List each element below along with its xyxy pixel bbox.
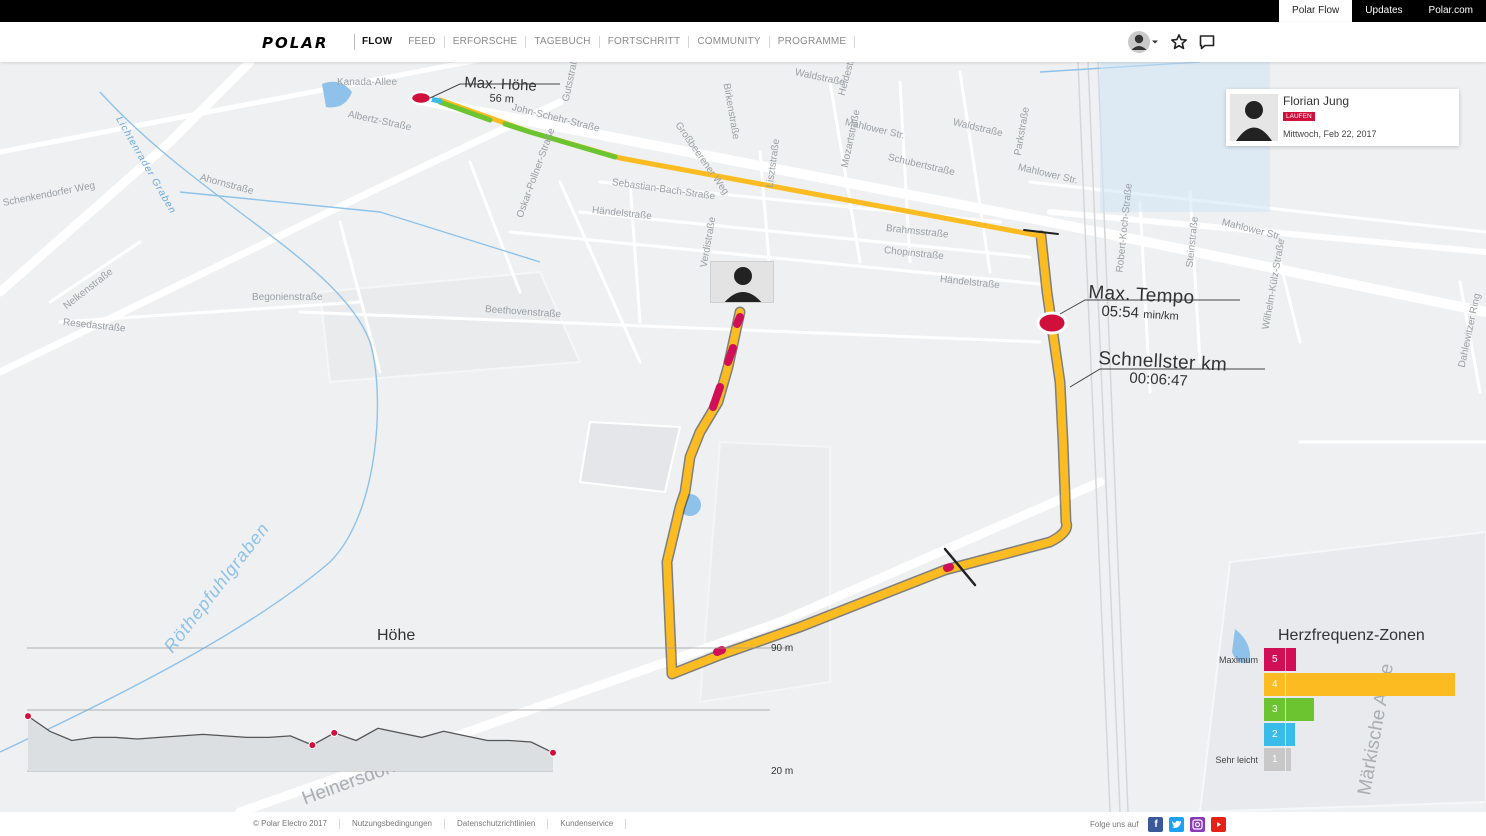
user-name[interactable]: Florian Jung: [1283, 94, 1349, 108]
hr-zone-number: 3: [1264, 698, 1286, 721]
hr-zone-bar: [1264, 673, 1455, 696]
elevation-chart: [24, 647, 790, 772]
nav-item-feed[interactable]: FEED: [408, 36, 445, 48]
twitter-icon[interactable]: [1169, 816, 1185, 832]
main-navbar: POLAR FLOW FEED ERFORSCHE TAGEBUCH FORTS…: [0, 22, 1486, 62]
message-icon: [1199, 35, 1215, 50]
hr-zone-number: 2: [1264, 723, 1286, 746]
max-pace-label: Max. Tempo 05:54 min/km: [1087, 282, 1195, 325]
footer-link-terms[interactable]: Nutzungsbedingungen: [352, 819, 446, 829]
avatar-icon: [724, 267, 762, 302]
follow-us-label: Folge uns auf: [1090, 819, 1139, 829]
avatar-icon: [1128, 31, 1150, 53]
instagram-icon[interactable]: [1190, 816, 1206, 832]
max-height-title: Max. Höhe: [463, 74, 538, 95]
elevation-min-label: 20 m: [771, 766, 794, 777]
footer-copyright: © Polar Electro 2017: [253, 819, 340, 829]
max-height-label: Max. Höhe 56 m: [463, 74, 537, 107]
hr-zone-number: 4: [1264, 673, 1286, 696]
logo-divider: [354, 34, 355, 50]
star-icon: [1171, 34, 1187, 50]
messages-button[interactable]: [1198, 33, 1216, 51]
chevron-down-icon: [1152, 40, 1158, 44]
topbar-link-updates[interactable]: Updates: [1352, 0, 1415, 22]
hr-zone-number: 1: [1264, 748, 1286, 771]
user-menu-button[interactable]: [1128, 31, 1160, 53]
street-label: Begonienstraße: [252, 292, 323, 303]
nav-item-programme[interactable]: PROGRAMME: [778, 36, 856, 48]
youtube-play-shape: [1217, 821, 1222, 827]
footer-link-privacy[interactable]: Datenschutzrichtlinien: [457, 819, 549, 829]
avatar: [1230, 94, 1278, 141]
hr-zone-min-label: Sehr leicht: [1215, 755, 1258, 765]
hr-zone-max-label: Maximum: [1218, 655, 1258, 665]
sport-badge: LAUFEN: [1283, 112, 1315, 121]
route-map[interactable]: Kanada-Allee Gutsstraße Birkenstraße Wal…: [0, 62, 1486, 812]
nav-item-erforsche[interactable]: ERFORSCHE: [453, 36, 527, 48]
nav-item-community[interactable]: COMMUNITY: [697, 36, 770, 48]
route-start-avatar[interactable]: [710, 261, 774, 303]
max-pace-value: 05:54: [1101, 302, 1140, 322]
nav-item-flow[interactable]: FLOW: [362, 36, 400, 48]
elevation-max-label: 90 m: [771, 643, 794, 654]
nav-item-tagebuch[interactable]: TAGEBUCH: [534, 36, 600, 48]
fastest-km-label: Schnellster km 00:06:47: [1097, 348, 1228, 391]
facebook-icon[interactable]: f: [1148, 816, 1164, 832]
top-bar: Polar Flow Updates Polar.com: [0, 0, 1486, 22]
instagram-camera-shape: [1192, 818, 1204, 830]
twitter-bird-shape: [1172, 820, 1182, 828]
nav-item-fortschritt[interactable]: FORTSCHRITT: [608, 36, 690, 48]
session-date: Mittwoch, Feb 22, 2017: [1283, 129, 1377, 139]
youtube-icon[interactable]: [1211, 816, 1227, 832]
max-pace-unit: min/km: [1143, 308, 1180, 323]
max-height-value: 56 m: [489, 92, 515, 106]
hr-zone-number: 5: [1264, 648, 1286, 671]
topbar-link-polar-flow[interactable]: Polar Flow: [1279, 0, 1353, 22]
avatar-icon: [1236, 101, 1272, 141]
footer-link-support[interactable]: Kundenservice: [560, 819, 627, 829]
street-label: Kanada-Allee: [337, 77, 398, 88]
footer: © Polar Electro 2017 Nutzungsbedingungen…: [0, 812, 1486, 836]
favorites-star-button[interactable]: [1170, 33, 1188, 51]
topbar-link-polar-com[interactable]: Polar.com: [1416, 0, 1486, 22]
hr-zones-title: Herzfrequenz-Zonen: [1278, 627, 1425, 644]
user-card[interactable]: Florian Jung LAUFEN Mittwoch, Feb 22, 20…: [1226, 89, 1459, 146]
polar-logo[interactable]: POLAR: [262, 34, 328, 52]
